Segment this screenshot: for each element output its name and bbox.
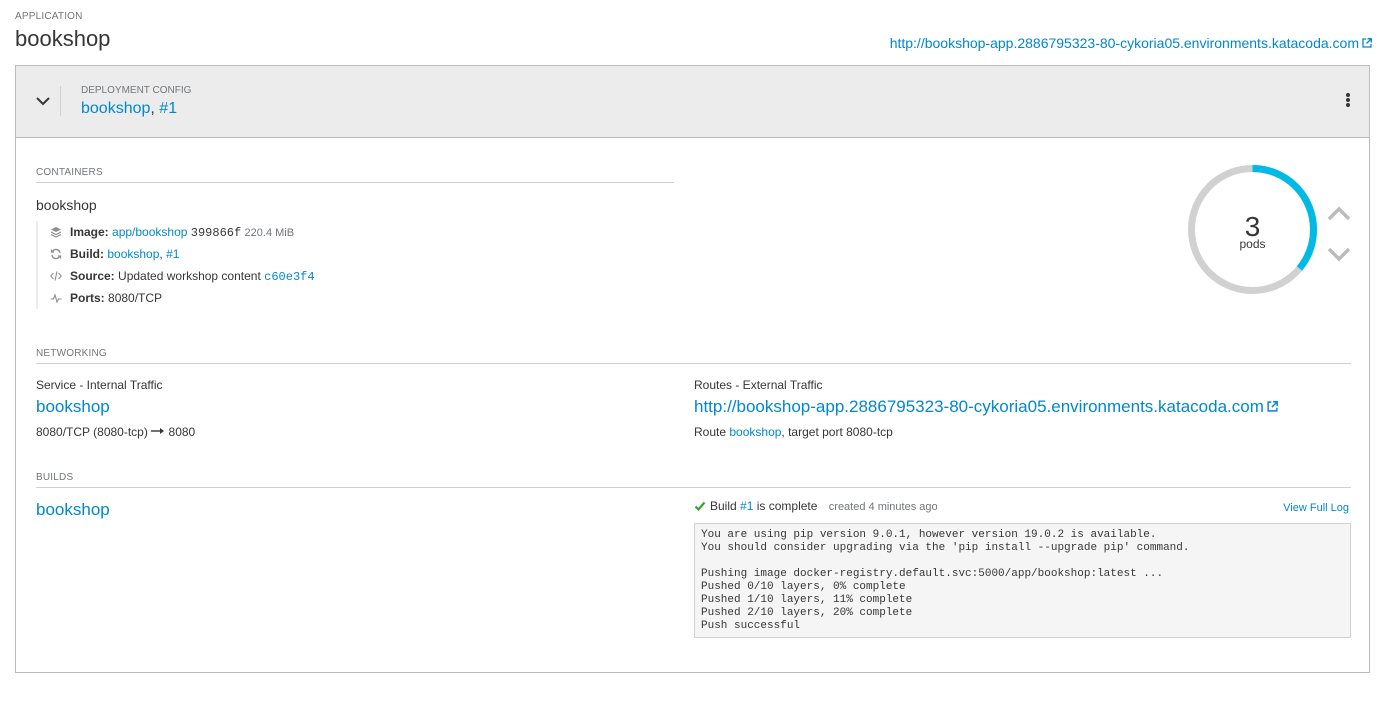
service-port-to: 8080 <box>168 425 196 439</box>
build-number-status-link[interactable]: #1 <box>740 499 753 513</box>
build-created-time: created 4 minutes ago <box>828 501 938 513</box>
application-label: APPLICATION <box>15 11 83 22</box>
pods-label: pods <box>1239 237 1265 251</box>
external-link-icon <box>1267 401 1278 412</box>
ports-label: Ports: <box>70 291 105 305</box>
route-url-link[interactable]: http://bookshop-app.2886795323-80-cykori… <box>694 397 1278 417</box>
image-size: 220.4 MiB <box>244 227 295 239</box>
image-label: Image: <box>70 225 109 239</box>
service-label: Service - Internal Traffic <box>36 378 163 392</box>
containers-title: CONTAINERS <box>36 167 103 178</box>
service-link[interactable]: bookshop <box>36 397 110 417</box>
image-layers-icon <box>50 227 62 238</box>
build-name-link[interactable]: bookshop <box>107 247 159 261</box>
kebab-menu-icon[interactable] <box>1345 93 1351 109</box>
builds-title: BUILDS <box>36 472 74 483</box>
build-refresh-icon <box>50 248 62 260</box>
routes-label: Routes - External Traffic <box>694 378 823 392</box>
pods-donut-chart: 3 pods <box>1188 165 1317 294</box>
service-port-from: 8080/TCP (8080-tcp) <box>36 425 148 439</box>
service-ports: 8080/TCP (8080-tcp) 8080 <box>36 425 195 439</box>
header-divider <box>60 86 61 116</box>
container-properties: Image: app/bookshop 399866f 220.4 MiB Bu… <box>36 221 315 309</box>
source-label: Source: <box>70 269 115 283</box>
view-full-log-link[interactable]: View Full Log <box>1283 502 1349 514</box>
application-route-link[interactable]: http://bookshop-app.2886795323-80-cykori… <box>890 35 1372 51</box>
container-name: bookshop <box>36 197 97 213</box>
application-name: bookshop <box>15 26 111 51</box>
source-text: Updated workshop content <box>118 269 261 283</box>
containers-divider <box>36 182 674 183</box>
route-prefix: Route <box>694 425 727 439</box>
networking-title: NETWORKING <box>36 348 107 359</box>
image-row: Image: app/bookshop 399866f 220.4 MiB <box>50 221 315 243</box>
deployment-title: bookshop, #1 <box>81 100 177 118</box>
deployment-revision-link[interactable]: #1 <box>159 100 177 117</box>
route-url[interactable]: http://bookshop-app.2886795323-80-cykori… <box>694 397 1264 416</box>
external-link-icon <box>1362 38 1372 48</box>
ports-value: 8080/TCP <box>108 291 163 305</box>
build-number-link[interactable]: #1 <box>166 247 179 261</box>
build-status: Build #1 is complete created 4 minutes a… <box>694 499 938 513</box>
deployment-separator: , <box>150 100 155 117</box>
build-row: Build: bookshop, #1 <box>50 243 315 265</box>
build-label: Build: <box>70 247 104 261</box>
image-hash: 399866f <box>190 226 242 240</box>
build-status-prefix: Build <box>710 499 737 513</box>
networking-divider <box>36 363 1351 364</box>
ports-pulse-icon <box>50 293 62 304</box>
route-suffix: , target port 8080-tcp <box>781 425 893 439</box>
chevron-down-icon[interactable] <box>35 93 51 109</box>
route-name-link[interactable]: bookshop <box>729 425 781 439</box>
ports-row: Ports: 8080/TCP <box>50 287 315 309</box>
route-detail: Route bookshop, target port 8080-tcp <box>694 425 893 439</box>
build-separator: , <box>159 247 163 261</box>
code-icon <box>50 271 62 281</box>
image-link[interactable]: app/bookshop <box>112 225 187 239</box>
deployment-config-label: DEPLOYMENT CONFIG <box>81 85 192 96</box>
chevron-down-icon[interactable] <box>1327 246 1351 262</box>
deployment-header: DEPLOYMENT CONFIG bookshop, #1 <box>16 66 1369 138</box>
builds-divider <box>36 487 1351 488</box>
arrow-right-icon <box>151 428 165 434</box>
source-row: Source: Updated workshop content c60e3f4 <box>50 265 315 287</box>
source-commit-link[interactable]: c60e3f4 <box>264 270 314 284</box>
build-status-suffix: is complete <box>756 499 818 513</box>
deployment-name-link[interactable]: bookshop <box>81 100 150 117</box>
build-config-link[interactable]: bookshop <box>36 500 110 520</box>
deployment-panel: DEPLOYMENT CONFIG bookshop, #1 CONTAINER… <box>15 65 1370 673</box>
check-icon <box>694 501 706 512</box>
build-log-output: You are using pip version 9.0.1, however… <box>694 523 1351 638</box>
chevron-up-icon[interactable] <box>1327 206 1351 222</box>
application-route-url[interactable]: http://bookshop-app.2886795323-80-cykori… <box>890 35 1359 51</box>
